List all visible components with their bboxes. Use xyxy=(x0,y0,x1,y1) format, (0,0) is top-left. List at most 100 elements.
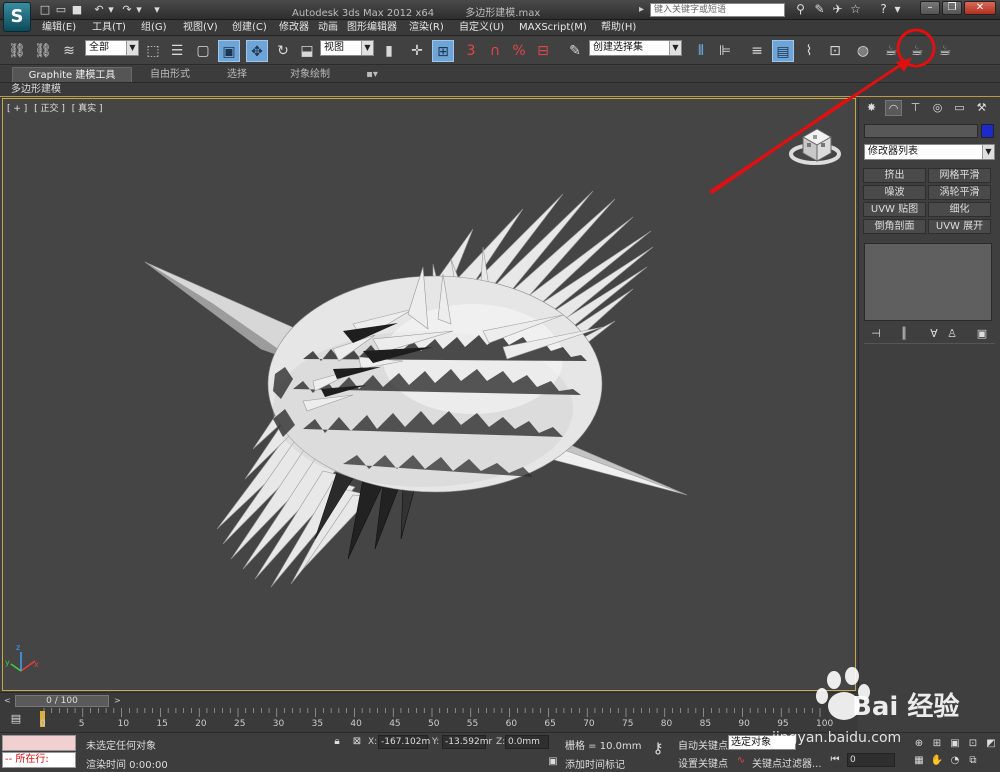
tab-freeform[interactable]: 自由形式 xyxy=(140,67,200,82)
maximize-viewport-icon[interactable]: ⧉ xyxy=(966,754,980,768)
menu-tools[interactable]: 工具(T) xyxy=(92,21,126,35)
help-dropdown-icon[interactable]: ▾ xyxy=(890,2,905,17)
viewport-label[interactable]: [ + ] [ 正交 ] [ 真实 ] xyxy=(7,101,107,114)
y-coord-field[interactable]: -13.592mr xyxy=(442,735,492,749)
select-object-icon[interactable]: ⬚ xyxy=(142,40,164,62)
object-color-swatch[interactable] xyxy=(981,124,994,138)
select-and-move-icon[interactable]: ✥ xyxy=(246,40,268,62)
snaps-toggle-icon[interactable]: 3 xyxy=(460,40,482,62)
go-to-start-icon[interactable]: ⏮ xyxy=(828,753,842,767)
select-and-scale-icon[interactable]: ⬓ xyxy=(296,40,318,62)
tab-selection[interactable]: 选择 xyxy=(214,67,260,82)
modifier-bevel-profile-button[interactable]: 倒角剖面 xyxy=(863,219,926,234)
menu-edit[interactable]: 编辑(E) xyxy=(42,21,76,35)
select-and-rotate-icon[interactable]: ↻ xyxy=(272,40,294,62)
menu-animation[interactable]: 动画 xyxy=(318,21,338,35)
restore-button[interactable]: ❐ xyxy=(942,1,962,15)
modifier-tessellate-button[interactable]: 细化 xyxy=(928,202,991,217)
modify-panel-icon[interactable]: ◠ xyxy=(885,100,902,116)
modifier-noise-button[interactable]: 噪波 xyxy=(863,185,926,200)
mini-curve-editor-icon[interactable]: ▤ xyxy=(6,712,26,726)
menu-create[interactable]: 创建(C) xyxy=(232,21,267,35)
lock-selection-icon[interactable]: 🔒︎ xyxy=(330,735,344,749)
menu-group[interactable]: 组(G) xyxy=(141,21,167,35)
zoom-extents-all-icon[interactable]: ⊡ xyxy=(966,737,980,751)
communication-icon[interactable]: ✈ xyxy=(830,2,845,17)
modifier-list-dropdown[interactable]: 修改器列表 ▼ xyxy=(864,144,995,160)
x-coord-field[interactable]: -167.102m xyxy=(378,735,430,749)
graphite-toggle-icon[interactable]: ▤ xyxy=(772,40,794,62)
render-setup-icon[interactable]: ☕ xyxy=(880,40,902,62)
customize-toolbar-icon[interactable]: ▾ xyxy=(150,2,164,17)
binoculars-icon[interactable]: ⚲ xyxy=(793,2,808,17)
open-file-icon[interactable]: ▭ xyxy=(54,2,68,17)
layer-manager-icon[interactable]: ≡ xyxy=(746,40,768,62)
menu-graph-editors[interactable]: 图形编辑器 xyxy=(347,21,397,35)
pin-stack-icon[interactable]: ⊣ xyxy=(868,327,884,341)
set-key-button[interactable]: 设置关键点 xyxy=(678,755,728,770)
add-time-tag-button[interactable]: 添加时间标记 xyxy=(565,756,625,771)
key-filters-button[interactable]: 关键点过滤器... xyxy=(752,755,822,770)
menu-rendering[interactable]: 渲染(R) xyxy=(409,21,444,35)
orbit-icon[interactable]: ◔ xyxy=(948,754,962,768)
tab-graphite-modeling[interactable]: Graphite 建模工具 xyxy=(12,67,132,82)
keyboard-shortcut-override-icon[interactable]: ⊞ xyxy=(432,40,454,62)
bind-space-warp-icon[interactable]: ≋ xyxy=(58,40,80,62)
modifier-unwrap-uvw-button[interactable]: UVW 展开 xyxy=(928,219,991,234)
time-slider-thumb[interactable]: 0 / 100 xyxy=(15,695,109,707)
make-unique-icon[interactable]: ∀ xyxy=(926,327,942,341)
auto-key-button[interactable]: 自动关键点 xyxy=(678,737,728,752)
maxscript-line-field[interactable]: -- 所在行: xyxy=(2,752,76,768)
material-editor-icon[interactable]: ◍ xyxy=(852,40,874,62)
absolute-mode-icon[interactable]: ⊠ xyxy=(350,735,364,749)
select-and-link-icon[interactable]: ⛓ xyxy=(6,40,28,62)
modifier-turbosmooth-button[interactable]: 涡轮平滑 xyxy=(928,185,991,200)
object-name-field[interactable] xyxy=(864,124,978,138)
spinner-snap-icon[interactable]: ⊟ xyxy=(532,40,554,62)
subscription-icon[interactable]: ✎ xyxy=(812,2,827,17)
zoom-region-icon[interactable]: ▦ xyxy=(912,754,926,768)
select-manipulate-icon[interactable]: ✛ xyxy=(406,40,428,62)
select-by-name-icon[interactable]: ☰ xyxy=(166,40,188,62)
current-frame-field[interactable]: 0 xyxy=(847,753,895,767)
pan-view-icon[interactable]: ✋ xyxy=(930,754,944,768)
modifier-extrude-button[interactable]: 挤出 xyxy=(863,168,926,183)
viewport-view-label[interactable]: [ 正交 ] xyxy=(34,104,65,114)
show-end-result-icon[interactable]: ║ xyxy=(896,327,912,341)
time-tag-icon[interactable]: ▣ xyxy=(546,755,560,769)
menu-maxscript[interactable]: MAXScript(M) xyxy=(519,21,587,35)
render-production-icon[interactable]: ☕ xyxy=(934,40,956,62)
selection-set-dropdown[interactable]: 选定对象 xyxy=(728,735,796,750)
time-next-icon[interactable]: > xyxy=(114,695,122,707)
modifier-uvw-map-button[interactable]: UVW 贴图 xyxy=(863,202,926,217)
viewport-shading-label[interactable]: [ 真实 ] xyxy=(72,104,103,114)
search-expand-icon[interactable]: ▸ xyxy=(639,3,649,17)
save-file-icon[interactable]: ■ xyxy=(70,2,84,17)
angle-snap-icon[interactable]: ∩ xyxy=(484,40,506,62)
field-of-view-icon[interactable]: ◩ xyxy=(984,737,998,751)
align-icon[interactable]: ⊫ xyxy=(714,40,736,62)
named-selection-dropdown[interactable]: 创建选择集 ▼ xyxy=(589,40,682,56)
viewport-menu-label[interactable]: [ + ] xyxy=(7,104,27,114)
rendered-frame-window-icon[interactable]: ☕ xyxy=(906,40,928,62)
modifier-meshsmooth-button[interactable]: 网格平滑 xyxy=(928,168,991,183)
display-panel-icon[interactable]: ▭ xyxy=(951,100,968,116)
zoom-all-icon[interactable]: ⊞ xyxy=(930,737,944,751)
polygon-modeling-label[interactable]: 多边形建模 xyxy=(11,84,61,96)
motion-panel-icon[interactable]: ◎ xyxy=(929,100,946,116)
rectangular-region-icon[interactable]: ▢ xyxy=(192,40,214,62)
undo-dropdown-icon[interactable]: ▾ xyxy=(104,2,118,17)
selection-filter-dropdown[interactable]: 全部 ▼ xyxy=(85,40,139,56)
configure-modifier-sets-icon[interactable]: ▣ xyxy=(974,327,990,341)
curve-editor-icon[interactable]: ⌇ xyxy=(798,40,820,62)
z-coord-field[interactable]: 0.0mm xyxy=(505,735,549,749)
zoom-extents-icon[interactable]: ▣ xyxy=(948,737,962,751)
new-file-icon[interactable]: □ xyxy=(38,2,52,17)
hierarchy-panel-icon[interactable]: ⊤ xyxy=(907,100,924,116)
percent-snap-icon[interactable]: % xyxy=(508,40,530,62)
redo-dropdown-icon[interactable]: ▾ xyxy=(132,2,146,17)
set-key-icon[interactable]: ⚷ xyxy=(646,739,670,759)
unlink-icon[interactable]: ⛓ xyxy=(32,40,54,62)
remove-modifier-icon[interactable]: ♙ xyxy=(944,327,960,341)
modifier-stack-list[interactable] xyxy=(864,243,992,321)
